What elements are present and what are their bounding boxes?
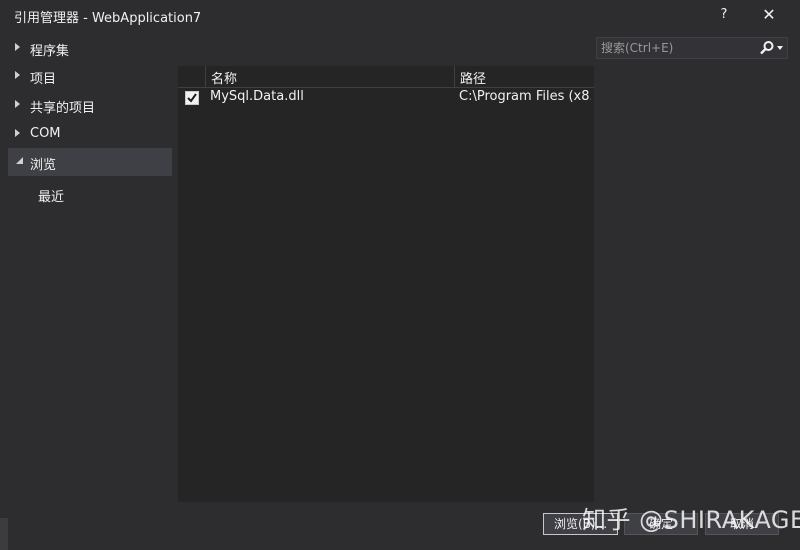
details-panel [596,62,788,502]
sidebar-item-label: 浏览 [30,158,57,173]
bottom-edge [0,518,8,550]
sidebar-item-label: COM [30,126,61,141]
chevron-right-icon [15,98,25,110]
reference-list: 名称 路径 MySql.Data.dll C:\Program Files (x… [178,66,594,502]
sidebar-item-browse[interactable]: 浏览 [8,148,172,176]
list-header: 名称 路径 [178,66,594,88]
sidebar-item-projects[interactable]: 项目 [8,62,172,90]
title-bar: 引用管理器 - WebApplication7 ? ✕ [0,0,800,30]
search-box [596,37,788,59]
table-row[interactable]: MySql.Data.dll C:\Program Files (x8... [178,88,594,108]
chevron-right-icon [15,41,25,53]
help-button[interactable]: ? [712,4,736,26]
search-options-dropdown-icon[interactable] [777,46,783,50]
chevron-down-icon [15,155,25,167]
chevron-right-icon [15,127,25,139]
sidebar-subitem-recent[interactable]: 最近 [38,186,64,205]
column-header-name[interactable]: 名称 [205,66,455,87]
search-input[interactable] [599,39,758,57]
sidebar-item-assemblies[interactable]: 程序集 [8,34,172,62]
sidebar-item-shared-projects[interactable]: 共享的项目 [8,91,172,119]
search-icon[interactable] [759,40,775,56]
checkmark-icon [187,93,197,103]
chevron-right-icon [15,69,25,81]
cell-name: MySql.Data.dll [210,89,304,104]
column-header-path[interactable]: 路径 [454,66,595,87]
window-title: 引用管理器 - WebApplication7 [14,11,202,26]
watermark: 知乎 @SHIRAKAGE [582,506,800,534]
close-button[interactable]: ✕ [756,4,782,26]
row-checkbox[interactable] [185,91,199,105]
column-header-check [178,66,205,87]
sidebar-item-label: 程序集 [30,44,70,59]
sidebar: 程序集 项目 共享的项目 COM 浏览 最近 [8,32,173,502]
sidebar-item-label: 项目 [30,72,57,87]
sidebar-item-com[interactable]: COM [8,120,172,148]
cell-path: C:\Program Files (x8... [459,89,591,104]
sidebar-item-label: 共享的项目 [30,101,96,116]
